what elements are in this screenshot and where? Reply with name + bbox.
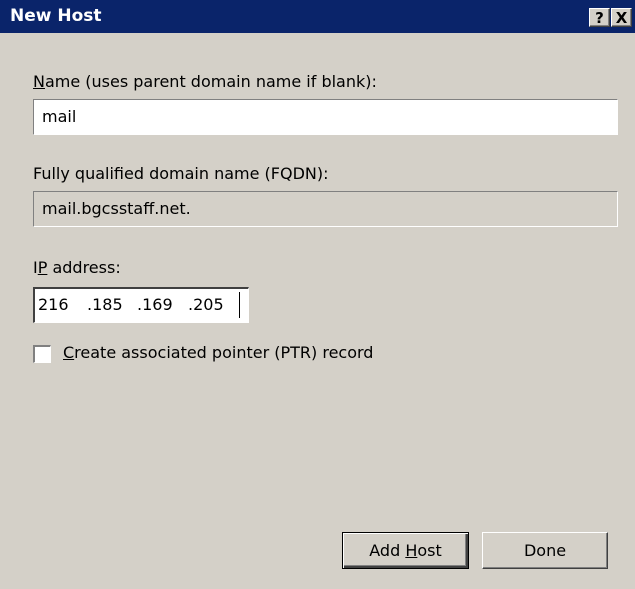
- dialog-title: New Host: [10, 6, 102, 26]
- text-caret: [239, 292, 240, 318]
- close-button[interactable]: X: [611, 8, 632, 27]
- ip-octet-2[interactable]: .185: [87, 289, 123, 321]
- help-button[interactable]: ?: [589, 8, 610, 27]
- fqdn-field: mail.bgcsstaff.net.: [33, 191, 618, 227]
- ptr-record-checkbox[interactable]: [33, 345, 51, 363]
- ip-address-label: IP address:: [33, 258, 121, 277]
- ip-octet-4[interactable]: .205: [188, 289, 224, 321]
- new-host-dialog: New Host ? X Name (uses parent domain na…: [0, 0, 635, 589]
- ip-octet-1[interactable]: 216: [38, 289, 69, 321]
- fqdn-label: Fully qualified domain name (FQDN):: [33, 164, 329, 183]
- name-input[interactable]: mail: [33, 99, 618, 135]
- ip-octet-3[interactable]: .169: [137, 289, 173, 321]
- title-bar[interactable]: New Host ? X: [0, 0, 635, 33]
- ptr-record-label[interactable]: Create associated pointer (PTR) record: [63, 343, 373, 362]
- ip-address-input[interactable]: 216 .185 .169 .205: [33, 287, 249, 323]
- add-host-button[interactable]: Add Host: [342, 532, 469, 569]
- name-label: Name (uses parent domain name if blank):: [33, 72, 377, 91]
- done-button[interactable]: Done: [482, 532, 608, 569]
